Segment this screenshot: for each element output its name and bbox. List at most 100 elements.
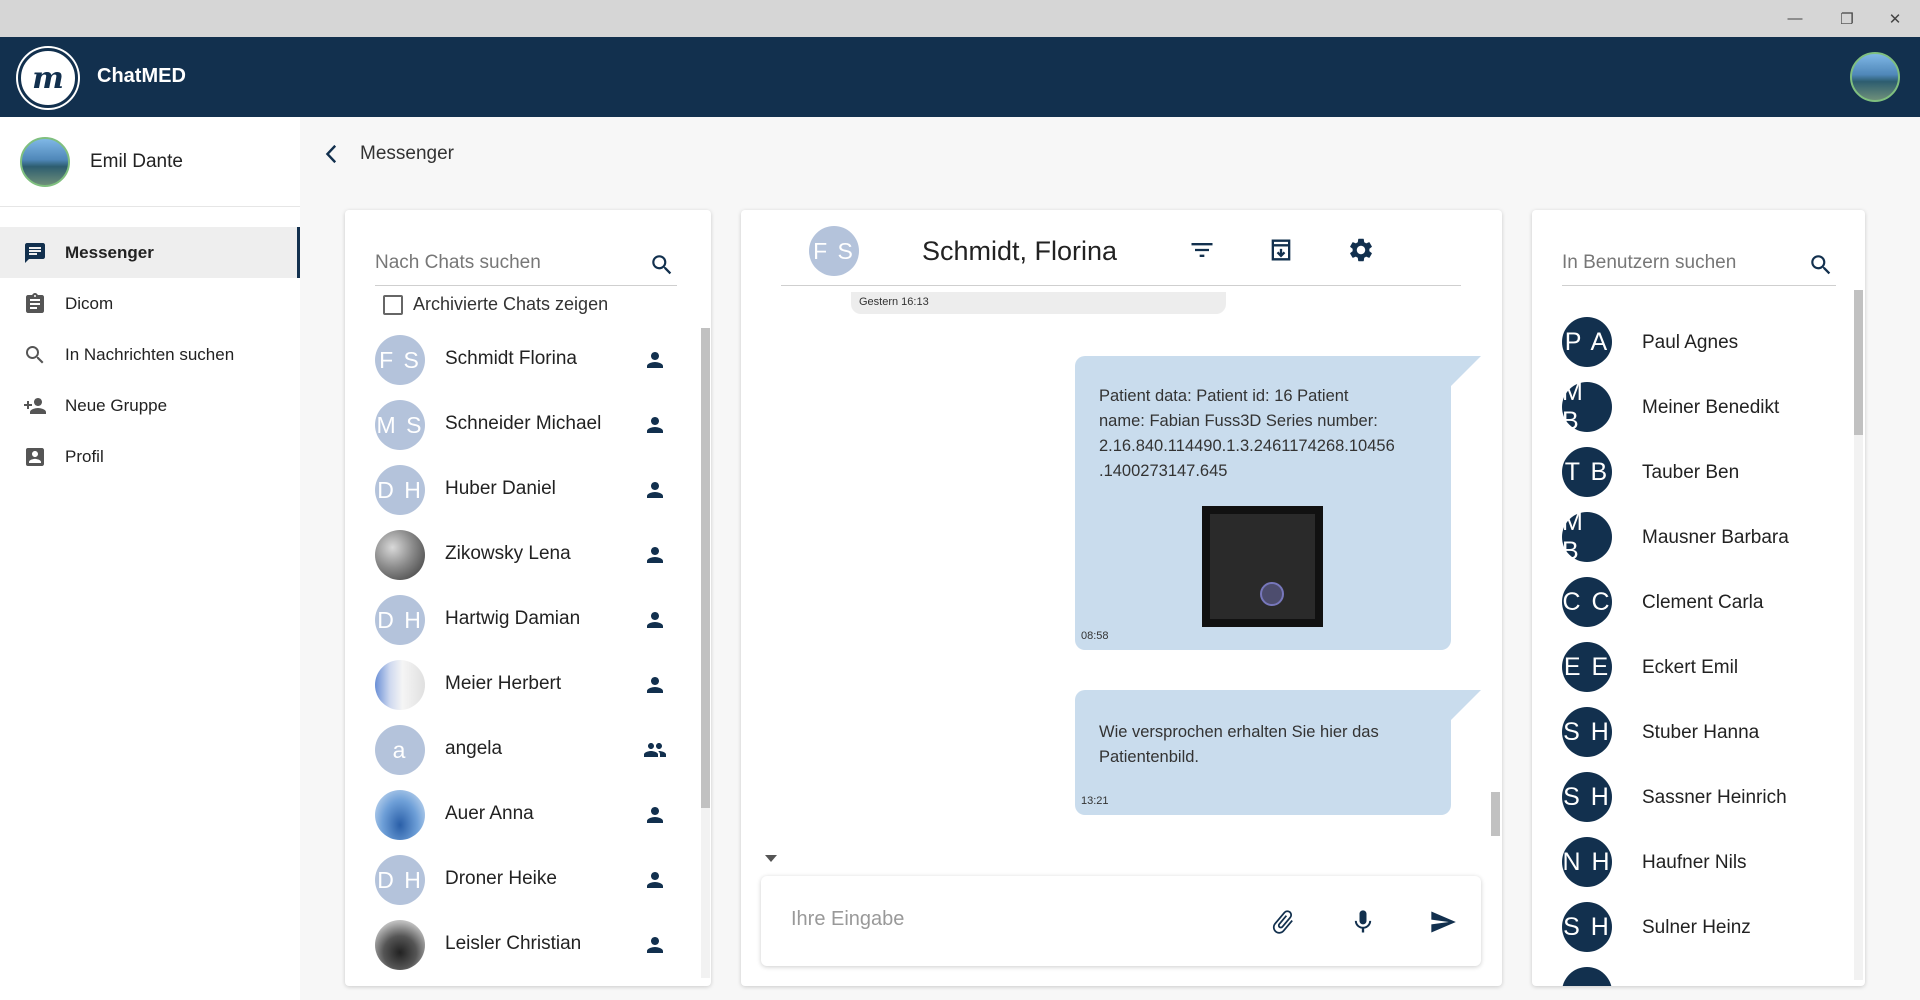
sidebar-item-search-messages[interactable]: In Nachrichten suchen [0, 329, 300, 380]
message-input[interactable] [791, 908, 1241, 931]
scrollbar-thumb[interactable] [701, 328, 710, 808]
list-item[interactable]: S H Stuber Hanna [1532, 700, 1832, 764]
person-icon [647, 352, 663, 368]
list-item[interactable]: F S Schmidt Florina [345, 328, 685, 392]
avatar: M B [1562, 508, 1612, 565]
dicom-image-thumbnail[interactable] [1202, 506, 1323, 627]
list-item[interactable]: Meier Herbert [345, 653, 685, 717]
attach-icon[interactable] [1269, 908, 1297, 936]
user-name: Meiner Benedikt [1642, 397, 1780, 418]
archive-checkbox[interactable] [383, 294, 403, 315]
chat-name: Leisler Christian [445, 933, 582, 954]
avatar [20, 137, 70, 187]
chat-list-scrollbar[interactable] [701, 328, 710, 978]
avatar: M S [375, 400, 425, 450]
sidebar-item-label: In Nachrichten suchen [65, 344, 235, 364]
message-bubble[interactable]: Wie versprochen erhalten Sie hier das Pa… [1075, 690, 1481, 815]
person-icon [647, 872, 663, 888]
image-content [1260, 582, 1284, 606]
gear-icon[interactable] [1347, 236, 1375, 264]
list-item[interactable] [1532, 960, 1832, 986]
message-time: Gestern 16:13 [859, 296, 929, 308]
message-bubble[interactable]: Patient data: Patient id: 16 Patient nam… [1075, 356, 1481, 650]
conversation-header: F S Schmidt, Florina [781, 210, 1461, 286]
archive-toggle[interactable]: Archivierte Chats zeigen [383, 294, 608, 315]
sidebar-user[interactable]: Emil Dante [0, 117, 300, 207]
sidebar-item-label: Dicom [65, 293, 114, 313]
scroll-down-icon[interactable] [765, 855, 777, 862]
sidebar-item-new-group[interactable]: Neue Gruppe [0, 380, 300, 431]
list-item[interactable]: T B Tauber Ben [1532, 440, 1832, 504]
chevron-left-icon [325, 144, 337, 164]
avatar: S H [1562, 902, 1612, 952]
scrollbar-thumb[interactable] [1854, 290, 1863, 435]
search-icon[interactable] [649, 252, 675, 278]
sidebar-item-messenger[interactable]: Messenger [0, 227, 300, 278]
app-header: m ChatMED [0, 37, 1920, 117]
list-item[interactable]: P A Paul Agnes [1532, 310, 1832, 374]
sidebar-item-dicom[interactable]: Dicom [0, 278, 300, 329]
list-item[interactable]: N H Haufner Nils [1532, 830, 1832, 894]
chats-panel: Archivierte Chats zeigen F S Schmidt Flo… [345, 210, 711, 986]
list-item[interactable]: D H Droner Heike [345, 848, 685, 912]
microphone-icon[interactable] [1349, 908, 1377, 936]
avatar [375, 660, 425, 710]
person-icon [647, 807, 663, 823]
user-name: Stuber Hanna [1642, 722, 1760, 743]
users-panel: P A Paul Agnes M B Meiner Benedikt T B T… [1532, 210, 1865, 986]
user-list-scrollbar[interactable] [1854, 290, 1863, 980]
list-item[interactable]: M B Meiner Benedikt [1532, 375, 1832, 439]
list-item[interactable]: S H Sassner Heinrich [1532, 765, 1832, 829]
list-item[interactable]: E E Eckert Emil [1532, 635, 1832, 699]
previous-message: Gestern 16:13 [851, 292, 1226, 314]
user-search [1562, 244, 1836, 286]
chat-name: angela [445, 738, 503, 759]
back-button[interactable] [318, 140, 346, 168]
user-name: Sassner Heinrich [1642, 787, 1787, 808]
group-icon [644, 743, 666, 757]
search-icon[interactable] [1808, 252, 1834, 278]
sidebar-item-label: Profil [65, 446, 104, 466]
chat-search-input[interactable] [375, 252, 615, 274]
user-search-input[interactable] [1562, 252, 1782, 274]
window-titlebar: — ❐ ✕ [0, 0, 1920, 37]
chat-name: Huber Daniel [445, 478, 556, 499]
minimize-button[interactable]: — [1772, 0, 1818, 37]
conversation-scrollbar-thumb[interactable] [1491, 792, 1500, 836]
avatar: a [375, 725, 425, 775]
send-icon[interactable] [1429, 908, 1457, 936]
list-item[interactable]: D H Huber Daniel [345, 458, 685, 522]
list-item[interactable]: M S Schneider Michael [345, 393, 685, 457]
close-button[interactable]: ✕ [1872, 0, 1918, 37]
restore-icon: ❐ [1840, 10, 1854, 28]
list-item[interactable]: S H Sulner Heinz [1532, 895, 1832, 959]
user-name: Clement Carla [1642, 592, 1764, 613]
person-icon [647, 547, 663, 563]
filter-icon[interactable] [1188, 236, 1216, 264]
avatar: M B [1562, 378, 1612, 435]
user-name: Mausner Barbara [1642, 527, 1789, 548]
chat-name: Hartwig Damian [445, 608, 581, 629]
chat-name: Meier Herbert [445, 673, 562, 694]
sidebar-item-profile[interactable]: Profil [0, 431, 300, 482]
message-text: Patient data: Patient id: 16 Patient nam… [1099, 387, 1395, 480]
archive-icon[interactable] [1267, 236, 1295, 264]
restore-button[interactable]: ❐ [1824, 0, 1870, 37]
message-time: 13:21 [1081, 795, 1109, 807]
user-name: Eckert Emil [1642, 657, 1739, 678]
avatar: S H [1562, 772, 1612, 822]
user-name: Emil Dante [90, 151, 183, 172]
list-item[interactable]: Auer Anna [345, 783, 685, 847]
avatar [1562, 967, 1612, 986]
avatar: F S [375, 335, 425, 385]
list-item[interactable]: Zikowsky Lena [345, 523, 685, 587]
user-name: Paul Agnes [1642, 332, 1739, 353]
list-item[interactable]: D H Hartwig Damian [345, 588, 685, 652]
list-item[interactable]: Leisler Christian [345, 913, 685, 977]
avatar: F S [809, 226, 859, 276]
list-item[interactable]: a angela [345, 718, 685, 782]
person-icon [647, 937, 663, 953]
header-user-avatar[interactable] [1850, 52, 1900, 102]
list-item[interactable]: M B Mausner Barbara [1532, 505, 1832, 569]
list-item[interactable]: C C Clement Carla [1532, 570, 1832, 634]
